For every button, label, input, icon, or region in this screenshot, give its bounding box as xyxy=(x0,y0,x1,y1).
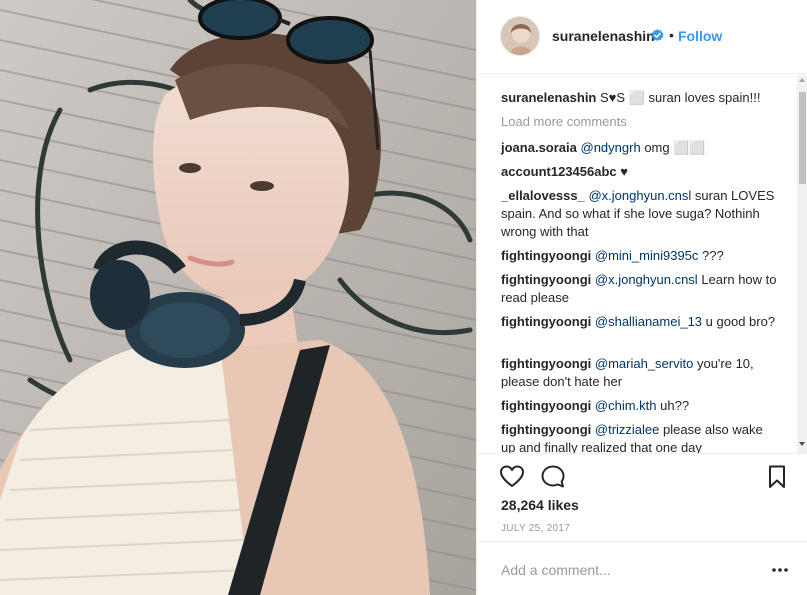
comment-mention[interactable]: @shallianamei_13 xyxy=(595,314,702,329)
load-more-comments-button[interactable]: Load more comments xyxy=(501,114,627,129)
more-dots-icon[interactable] xyxy=(772,568,788,572)
comment-mention[interactable]: @mariah_servito xyxy=(595,356,693,371)
comment-text: ♥ xyxy=(620,164,628,179)
scroll-up-arrow-icon[interactable] xyxy=(799,78,805,82)
scroll-down-arrow-icon[interactable] xyxy=(799,442,805,446)
comment-item: _ellalovesss_ @x.jonghyun.cnsl suran LOV… xyxy=(501,187,777,241)
bookmark-icon[interactable] xyxy=(764,464,790,490)
caption: suranelenashin S♥S ⬜ suran loves spain!!… xyxy=(501,89,777,107)
comment-item: fightingyoongi @x.jonghyun.cnsl Learn ho… xyxy=(501,271,777,307)
comment-item: joana.soraia @ndyngrh omg ⬜⬜ xyxy=(501,139,777,157)
comment-mention[interactable]: @ndyngrh xyxy=(581,140,641,155)
comment-item: fightingyoongi @mariah_servito you're 10… xyxy=(501,355,777,391)
post-details-panel: suranelenashin • Follow suranelenashin S… xyxy=(476,0,807,595)
post-username[interactable]: suranelenashin xyxy=(552,28,655,44)
avatar[interactable] xyxy=(500,16,540,56)
comment-username[interactable]: fightingyoongi xyxy=(501,356,591,371)
comment-username[interactable]: fightingyoongi xyxy=(501,248,591,263)
comments-list[interactable]: suranelenashin S♥S ⬜ suran loves spain!!… xyxy=(477,75,797,453)
post-photo[interactable] xyxy=(0,0,476,595)
comment-item: fightingyoongi @trizzialee please also w… xyxy=(501,421,777,453)
post-date[interactable]: JULY 25, 2017 xyxy=(501,523,570,534)
comment-mention[interactable]: @x.jonghyun.cnsl xyxy=(595,272,698,287)
post-photo-image xyxy=(0,0,476,595)
post-actions-bar xyxy=(477,453,807,493)
comments-scrollbar[interactable] xyxy=(797,75,807,453)
comment-username[interactable]: _ellalovesss_ xyxy=(501,188,585,203)
comment-text: ??? xyxy=(702,248,724,263)
add-comment-section xyxy=(477,541,807,595)
comment-item: account123456abc ♥ xyxy=(501,163,777,181)
separator-dot: • xyxy=(669,27,674,43)
heart-icon[interactable] xyxy=(499,464,525,490)
comment-mention[interactable]: @trizzialee xyxy=(595,422,660,437)
comment-mention[interactable]: @x.jonghyun.cnsl xyxy=(588,188,691,203)
comment-username[interactable]: fightingyoongi xyxy=(501,422,591,437)
caption-username[interactable]: suranelenashin xyxy=(501,90,596,105)
comment-text: omg ⬜⬜ xyxy=(644,140,706,155)
caption-text: S♥S ⬜ suran loves spain!!! xyxy=(600,90,761,105)
add-comment-input[interactable] xyxy=(501,560,741,580)
comment-text: u good bro? xyxy=(705,314,776,329)
comment-username[interactable]: fightingyoongi xyxy=(501,398,591,413)
comment-mention[interactable]: @chim.kth xyxy=(595,398,657,413)
comment-username[interactable]: joana.soraia xyxy=(501,140,577,155)
comment-username[interactable]: fightingyoongi xyxy=(501,272,591,287)
avatar-image xyxy=(501,17,539,55)
comment-item: fightingyoongi @chim.kth uh?? xyxy=(501,397,777,415)
scrollbar-thumb[interactable] xyxy=(799,92,806,184)
verified-badge-icon xyxy=(651,29,664,42)
comment-icon[interactable] xyxy=(540,464,566,490)
comment-item: fightingyoongi @mini_mini9395c ??? xyxy=(501,247,777,265)
comment-username[interactable]: account123456abc xyxy=(501,164,617,179)
comment-mention[interactable]: @mini_mini9395c xyxy=(595,248,699,263)
comment-text: uh?? xyxy=(660,398,690,413)
comment-item: fightingyoongi @shallianamei_13 u good b… xyxy=(501,313,777,331)
post-header: suranelenashin • Follow xyxy=(477,0,807,74)
comment-username[interactable]: fightingyoongi xyxy=(501,314,591,329)
follow-button[interactable]: Follow xyxy=(678,28,722,44)
likes-count[interactable]: 28,264 likes xyxy=(501,497,579,513)
